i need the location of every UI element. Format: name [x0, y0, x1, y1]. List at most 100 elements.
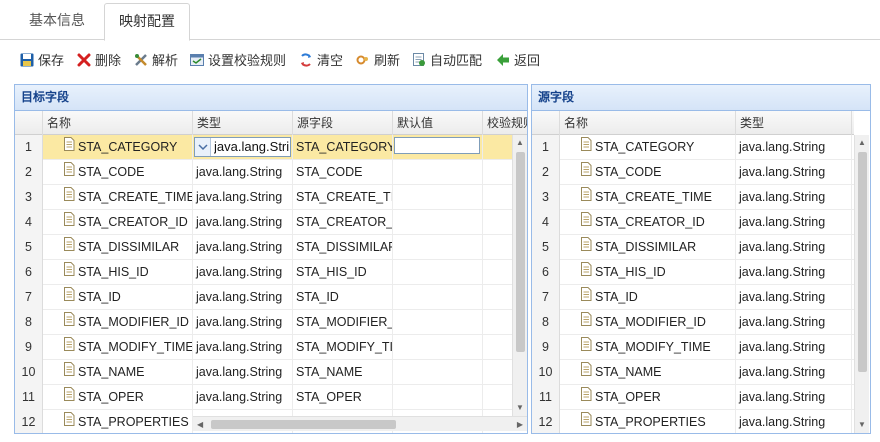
- cell-type[interactable]: java.lang.String: [193, 135, 293, 160]
- scrollbar-thumb[interactable]: [211, 420, 396, 429]
- cell-default[interactable]: [393, 310, 483, 335]
- cell-source[interactable]: STA_CREATOR_ID: [293, 210, 393, 235]
- cell-name[interactable]: STA_CREATE_TIME: [43, 185, 193, 210]
- cell-name[interactable]: STA_PROPERTIES: [43, 410, 193, 433]
- table-row[interactable]: 5 STA_DISSIMILAR java.lang.String STA_DISSI…: [15, 235, 527, 260]
- cell-type[interactable]: java.lang.String: [736, 260, 852, 285]
- table-row[interactable]: 2 STA_CODE java.lang.String: [532, 160, 854, 185]
- refresh-button[interactable]: 刷新: [356, 50, 400, 72]
- column-header-type[interactable]: 类型: [193, 111, 293, 135]
- cell-type[interactable]: java.lang.String: [193, 360, 293, 385]
- save-button[interactable]: 保存: [20, 50, 64, 72]
- table-row[interactable]: 4 STA_CREATOR_ID java.lang.String STA_CREAT…: [15, 210, 527, 235]
- type-combobox[interactable]: java.lang.String: [194, 137, 291, 157]
- cell-name[interactable]: STA_CATEGORY: [43, 135, 193, 160]
- cell-type[interactable]: java.lang.String: [736, 160, 852, 185]
- cell-source[interactable]: STA_OPER: [293, 385, 393, 410]
- tab-basic-info[interactable]: 基本信息: [12, 3, 102, 40]
- cell-type[interactable]: java.lang.String: [736, 410, 852, 433]
- cell-source[interactable]: STA_MODIFY_TIME: [293, 335, 393, 360]
- column-header-default[interactable]: 默认值: [393, 111, 483, 135]
- column-header-source[interactable]: 源字段: [293, 111, 393, 135]
- cell-name[interactable]: STA_CREATOR_ID: [560, 210, 736, 235]
- cell-source[interactable]: STA_HIS_ID: [293, 260, 393, 285]
- cell-type[interactable]: java.lang.String: [736, 135, 852, 160]
- cell-type[interactable]: java.lang.String: [736, 310, 852, 335]
- cell-type[interactable]: java.lang.String: [193, 285, 293, 310]
- cell-type[interactable]: java.lang.String: [193, 160, 293, 185]
- vertical-scrollbar[interactable]: ▲ ▼: [512, 135, 527, 416]
- cell-name[interactable]: STA_HIS_ID: [43, 260, 193, 285]
- column-header-name[interactable]: 名称: [43, 111, 193, 135]
- cell-type[interactable]: java.lang.String: [736, 285, 852, 310]
- cell-default[interactable]: [393, 210, 483, 235]
- table-row[interactable]: 4 STA_CREATOR_ID java.lang.String: [532, 210, 854, 235]
- scroll-up-arrow[interactable]: ▲: [516, 138, 524, 148]
- cell-name[interactable]: STA_NAME: [43, 360, 193, 385]
- cell-type[interactable]: java.lang.String: [193, 260, 293, 285]
- table-row[interactable]: 12 STA_PROPERTIES java.lang.String: [532, 410, 854, 433]
- table-row[interactable]: 8 STA_MODIFIER_ID java.lang.String STA_MODI…: [15, 310, 527, 335]
- cell-name[interactable]: STA_MODIFY_TIME: [43, 335, 193, 360]
- delete-button[interactable]: 删除: [77, 50, 121, 72]
- cell-type[interactable]: java.lang.String: [193, 210, 293, 235]
- set-validation-button[interactable]: 设置校验规则: [190, 50, 286, 72]
- column-header-name[interactable]: 名称: [560, 111, 736, 135]
- cell-name[interactable]: STA_CREATE_TIME: [560, 185, 736, 210]
- table-row[interactable]: 7 STA_ID java.lang.String STA_ID: [15, 285, 527, 310]
- scroll-left-arrow[interactable]: ◀: [197, 420, 203, 430]
- default-value-input[interactable]: [394, 137, 480, 154]
- cell-source[interactable]: STA_CODE: [293, 160, 393, 185]
- table-row[interactable]: 1STA_CATEGORYjava.lang.StringSTA_CATEGOR…: [15, 135, 527, 160]
- cell-default[interactable]: [393, 335, 483, 360]
- cell-type[interactable]: java.lang.String: [193, 310, 293, 335]
- cell-source[interactable]: STA_DISSIMILAR: [293, 235, 393, 260]
- table-row[interactable]: 8 STA_MODIFIER_ID java.lang.String: [532, 310, 854, 335]
- cell-type[interactable]: java.lang.String: [736, 185, 852, 210]
- table-row[interactable]: 5 STA_DISSIMILAR java.lang.String: [532, 235, 854, 260]
- table-row[interactable]: 7 STA_ID java.lang.String: [532, 285, 854, 310]
- cell-name[interactable]: STA_HIS_ID: [560, 260, 736, 285]
- cell-type[interactable]: java.lang.String: [736, 210, 852, 235]
- cell-name[interactable]: STA_ID: [43, 285, 193, 310]
- table-row[interactable]: 9 STA_MODIFY_TIME java.lang.String STA_MODI…: [15, 335, 527, 360]
- cell-name[interactable]: STA_NAME: [560, 360, 736, 385]
- scrollbar-thumb[interactable]: [858, 152, 867, 372]
- cell-name[interactable]: STA_OPER: [560, 385, 736, 410]
- table-row[interactable]: 11 STA_OPER java.lang.String STA_OPER: [15, 385, 527, 410]
- table-row[interactable]: 6 STA_HIS_ID java.lang.String: [532, 260, 854, 285]
- cell-name[interactable]: STA_CODE: [43, 160, 193, 185]
- table-row[interactable]: 3 STA_CREATE_TIME java.lang.String STA_CREA…: [15, 185, 527, 210]
- cell-name[interactable]: STA_DISSIMILAR: [43, 235, 193, 260]
- column-header-type[interactable]: 类型: [736, 111, 852, 135]
- cell-name[interactable]: STA_MODIFIER_ID: [43, 310, 193, 335]
- cell-type[interactable]: java.lang.String: [193, 185, 293, 210]
- cell-source[interactable]: STA_NAME: [293, 360, 393, 385]
- scroll-up-arrow[interactable]: ▲: [858, 138, 866, 148]
- chevron-down-icon[interactable]: [195, 138, 211, 156]
- cell-default[interactable]: [393, 235, 483, 260]
- back-button[interactable]: 返回: [496, 50, 540, 72]
- cell-source[interactable]: STA_ID: [293, 285, 393, 310]
- cell-default[interactable]: [393, 385, 483, 410]
- cell-name[interactable]: STA_OPER: [43, 385, 193, 410]
- cell-name[interactable]: STA_ID: [560, 285, 736, 310]
- cell-type[interactable]: java.lang.String: [193, 385, 293, 410]
- clear-button[interactable]: 清空: [299, 50, 343, 72]
- parse-button[interactable]: 解析: [134, 50, 178, 72]
- scroll-right-arrow[interactable]: ▶: [517, 420, 523, 430]
- cell-name[interactable]: STA_MODIFY_TIME: [560, 335, 736, 360]
- cell-type[interactable]: java.lang.String: [736, 360, 852, 385]
- table-row[interactable]: 3 STA_CREATE_TIME java.lang.String: [532, 185, 854, 210]
- cell-type[interactable]: java.lang.String: [736, 335, 852, 360]
- cell-name[interactable]: STA_DISSIMILAR: [560, 235, 736, 260]
- cell-type[interactable]: java.lang.String: [193, 235, 293, 260]
- cell-source[interactable]: STA_CREATE_TIME: [293, 185, 393, 210]
- cell-name[interactable]: STA_PROPERTIES: [560, 410, 736, 433]
- table-row[interactable]: 11 STA_OPER java.lang.String: [532, 385, 854, 410]
- scroll-down-arrow[interactable]: ▼: [858, 420, 866, 430]
- cell-name[interactable]: STA_MODIFIER_ID: [560, 310, 736, 335]
- table-row[interactable]: 1 STA_CATEGORY java.lang.String: [532, 135, 854, 160]
- cell-default[interactable]: [393, 160, 483, 185]
- table-row[interactable]: 9 STA_MODIFY_TIME java.lang.String: [532, 335, 854, 360]
